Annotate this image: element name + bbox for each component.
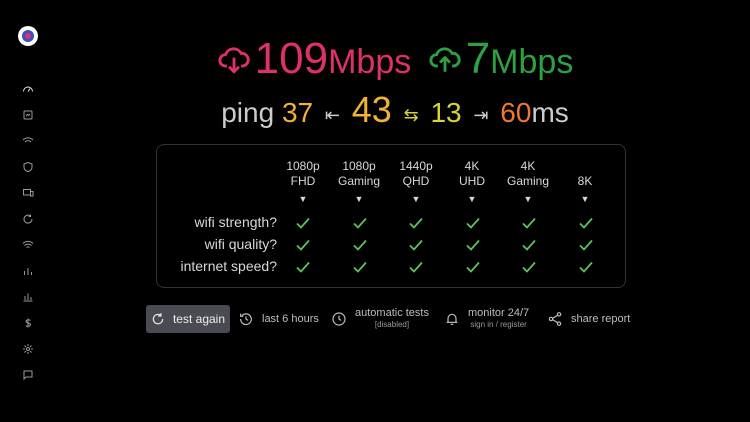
ping-unit: ms bbox=[531, 97, 569, 128]
row-label-wifi-quality: wifi quality? bbox=[204, 236, 277, 252]
column-line1: 1440p bbox=[399, 159, 433, 173]
cloud-download-icon bbox=[218, 47, 250, 74]
chat-icon[interactable] bbox=[21, 368, 35, 382]
column-line2: QHD bbox=[402, 174, 430, 188]
check-icon bbox=[579, 216, 593, 229]
download-speed: 109 Mbps bbox=[217, 34, 412, 84]
check-icon bbox=[579, 260, 593, 273]
jitter-arrows-icon: ⇆ bbox=[403, 104, 419, 125]
ping-max: 60 bbox=[500, 97, 532, 128]
triangle-down-icon: ▼ bbox=[354, 194, 364, 204]
column-line1: 1080p bbox=[342, 159, 376, 173]
automatic-tests-button[interactable]: automatic tests [disabled] bbox=[331, 305, 429, 333]
column-8k: 8K ▼ bbox=[555, 174, 615, 207]
arrow-left-bar-icon: ⇤ bbox=[324, 104, 340, 125]
wifi-icon[interactable] bbox=[21, 238, 35, 252]
row-label-internet-speed: internet speed? bbox=[180, 258, 277, 274]
test-again-button[interactable]: test again bbox=[146, 305, 230, 333]
check-icon bbox=[409, 260, 423, 273]
check-icon bbox=[353, 260, 367, 273]
column-line1: 4K bbox=[520, 159, 536, 173]
check-icon bbox=[296, 260, 310, 273]
last-6-hours-button[interactable]: last 6 hours bbox=[238, 305, 319, 333]
check-icon bbox=[409, 216, 423, 229]
upload-speed: 7 Mbps bbox=[428, 34, 574, 84]
ping-avg: 43 bbox=[351, 89, 392, 130]
download-unit: Mbps bbox=[328, 43, 412, 81]
triangle-down-icon: ▼ bbox=[523, 194, 533, 204]
check-icon bbox=[353, 216, 367, 229]
row-label-wifi-strength: wifi strength? bbox=[194, 214, 277, 230]
column-line1: 8K bbox=[577, 174, 593, 188]
check-icon bbox=[522, 260, 536, 273]
upload-unit: Mbps bbox=[490, 43, 574, 81]
quality-panel: 1080p FHD ▼ 1080p Gaming ▼ 1440p QHD ▼ 4… bbox=[156, 144, 626, 288]
check-icon bbox=[579, 238, 593, 251]
column-1080p-fhd: 1080p FHD ▼ bbox=[273, 159, 333, 207]
action-bar: test again last 6 hours automatic tests … bbox=[0, 305, 750, 335]
ping-summary: ping 37 ⇤ 43 ⇆ 13 ⇥ 60ms bbox=[0, 90, 750, 135]
speed-summary: 109 Mbps 7 Mbps bbox=[0, 34, 750, 84]
wifi-signal-icon[interactable] bbox=[21, 134, 35, 148]
check-icon bbox=[296, 238, 310, 251]
upload-value: 7 bbox=[465, 34, 491, 83]
check-icon bbox=[466, 216, 480, 229]
download-value: 109 bbox=[254, 34, 329, 83]
last-6-hours-label: last 6 hours bbox=[262, 313, 319, 325]
share-report-label: share report bbox=[571, 313, 631, 325]
triangle-down-icon: ▼ bbox=[467, 194, 477, 204]
column-line2: Gaming bbox=[506, 174, 550, 188]
column-4k-uhd: 4K UHD ▼ bbox=[442, 159, 502, 207]
column-line2: UHD bbox=[459, 174, 485, 188]
ping-label: ping bbox=[221, 97, 275, 128]
arrow-right-bar-icon: ⇥ bbox=[473, 104, 489, 125]
check-icon bbox=[522, 238, 536, 251]
refresh-icon bbox=[152, 313, 164, 325]
column-line1: 1080p bbox=[286, 159, 320, 173]
history-clock-icon bbox=[240, 313, 252, 326]
column-line2: FHD bbox=[290, 174, 316, 188]
column-line2: Gaming bbox=[337, 174, 381, 188]
monitor-sub-label: sign in / register bbox=[470, 320, 527, 329]
check-icon bbox=[466, 260, 480, 273]
share-report-button[interactable]: share report bbox=[547, 305, 630, 333]
column-4k-gaming: 4K Gaming ▼ bbox=[498, 159, 558, 207]
stacked-chart-icon[interactable] bbox=[21, 290, 35, 304]
column-1440p-qhd: 1440p QHD ▼ bbox=[386, 159, 446, 207]
automatic-tests-label: automatic tests bbox=[355, 307, 429, 319]
check-icon bbox=[296, 216, 310, 229]
bell-icon bbox=[446, 313, 458, 325]
ping-min: 37 bbox=[281, 97, 314, 128]
devices-icon[interactable] bbox=[21, 186, 35, 200]
bar-chart-icon[interactable] bbox=[21, 264, 35, 278]
monitor-label: monitor 24/7 bbox=[468, 307, 530, 319]
ping-jitter: 13 bbox=[430, 97, 462, 128]
column-line1: 4K bbox=[464, 159, 480, 173]
check-icon bbox=[466, 238, 480, 251]
cloud-upload-icon bbox=[429, 47, 461, 72]
triangle-down-icon: ▼ bbox=[580, 194, 590, 204]
check-icon bbox=[522, 216, 536, 229]
refresh-icon[interactable] bbox=[21, 212, 35, 226]
gear-icon[interactable] bbox=[21, 342, 35, 356]
share-icon bbox=[548, 312, 562, 326]
monitor-button[interactable]: monitor 24/7 sign in / register bbox=[444, 305, 529, 333]
clock-icon bbox=[332, 312, 346, 326]
triangle-down-icon: ▼ bbox=[298, 194, 308, 204]
automatic-tests-status: [disabled] bbox=[374, 320, 410, 329]
test-again-label: test again bbox=[172, 312, 226, 326]
check-icon bbox=[409, 238, 423, 251]
column-1080p-gaming: 1080p Gaming ▼ bbox=[329, 159, 389, 207]
check-icon bbox=[353, 238, 367, 251]
shield-icon[interactable] bbox=[21, 160, 35, 174]
triangle-down-icon: ▼ bbox=[411, 194, 421, 204]
